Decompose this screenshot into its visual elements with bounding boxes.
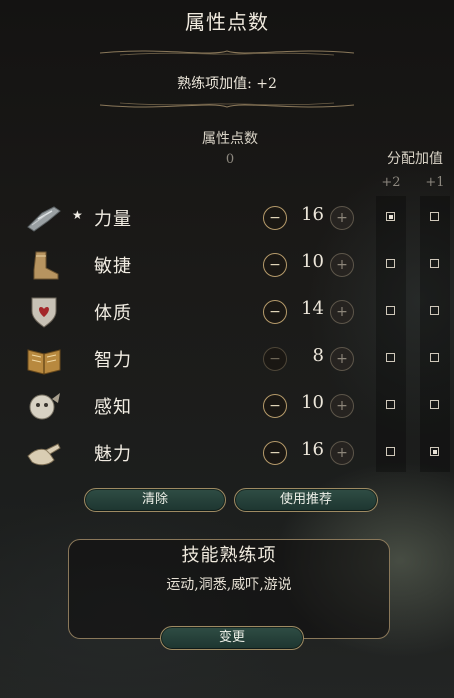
book-icon — [24, 342, 64, 376]
plus1-checkbox[interactable] — [430, 447, 439, 456]
plus1-checkbox[interactable] — [430, 306, 439, 315]
ability-name: 智力 — [94, 350, 132, 371]
heart-shield-icon — [24, 295, 64, 329]
page-title: 属性点数 — [185, 10, 269, 34]
increase-button[interactable]: + — [330, 300, 354, 324]
ability-name: 力量 — [94, 209, 132, 230]
plus2-checkbox[interactable] — [386, 212, 395, 221]
allocation-plus2-header: +2 — [381, 175, 401, 190]
plus1-checkbox[interactable] — [430, 400, 439, 409]
plus2-checkbox[interactable] — [386, 447, 395, 456]
ability-name: 感知 — [94, 397, 132, 418]
ability-score: 10 — [301, 251, 324, 272]
decrease-button[interactable]: − — [263, 347, 287, 371]
plus1-checkbox[interactable] — [430, 259, 439, 268]
increase-button[interactable]: + — [330, 441, 354, 465]
decrease-button[interactable]: − — [263, 206, 287, 230]
ability-score: 8 — [312, 345, 324, 366]
proficiency-bonus: 熟练项加值: +2 — [177, 76, 277, 92]
plus1-checkbox[interactable] — [430, 212, 439, 221]
ability-row-strength: ★ 力量 − 16 + — [0, 195, 454, 241]
owlbear-icon — [24, 389, 64, 423]
ability-row-charisma: 魅力 − 16 + — [0, 430, 454, 476]
ability-name: 敏捷 — [94, 256, 132, 277]
increase-button[interactable]: + — [330, 206, 354, 230]
boot-icon — [24, 248, 64, 282]
gauntlet-icon — [24, 201, 64, 235]
ability-row-wisdom: 感知 − 10 + — [0, 383, 454, 429]
ability-score: 14 — [301, 298, 324, 319]
allocation-plus1-header: +1 — [425, 175, 445, 190]
ability-score: 16 — [301, 204, 324, 225]
title-ornament — [99, 44, 355, 58]
ability-name: 体质 — [94, 303, 132, 324]
plus2-checkbox[interactable] — [386, 400, 395, 409]
increase-button[interactable]: + — [330, 347, 354, 371]
change-button[interactable]: 变更 — [160, 626, 304, 650]
clear-button[interactable]: 清除 — [84, 488, 226, 512]
use-recommended-button[interactable]: 使用推荐 — [234, 488, 378, 512]
points-remaining: 0 — [225, 152, 235, 167]
ability-name: 魅力 — [94, 444, 132, 465]
ability-row-constitution: 体质 − 14 + — [0, 289, 454, 335]
plus1-checkbox[interactable] — [430, 353, 439, 362]
ability-row-intelligence: 智力 − 8 + — [0, 336, 454, 382]
decrease-button[interactable]: − — [263, 441, 287, 465]
proficiency-ornament — [99, 98, 355, 112]
ability-score: 16 — [301, 439, 324, 460]
ability-row-dexterity: 敏捷 − 10 + — [0, 242, 454, 288]
decrease-button[interactable]: − — [263, 253, 287, 277]
points-label: 属性点数 — [202, 131, 258, 147]
plus2-checkbox[interactable] — [386, 353, 395, 362]
skill-proficiencies-title: 技能熟练项 — [181, 545, 277, 566]
increase-button[interactable]: + — [330, 394, 354, 418]
skill-proficiencies-list: 运动,洞悉,威吓,游说 — [166, 577, 292, 593]
plus2-checkbox[interactable] — [386, 306, 395, 315]
allocation-label: 分配加值 — [387, 151, 443, 167]
hand-icon — [24, 436, 64, 470]
plus2-checkbox[interactable] — [386, 259, 395, 268]
ability-score: 10 — [301, 392, 324, 413]
decrease-button[interactable]: − — [263, 394, 287, 418]
decrease-button[interactable]: − — [263, 300, 287, 324]
increase-button[interactable]: + — [330, 253, 354, 277]
primary-ability-star-icon: ★ — [72, 208, 83, 222]
